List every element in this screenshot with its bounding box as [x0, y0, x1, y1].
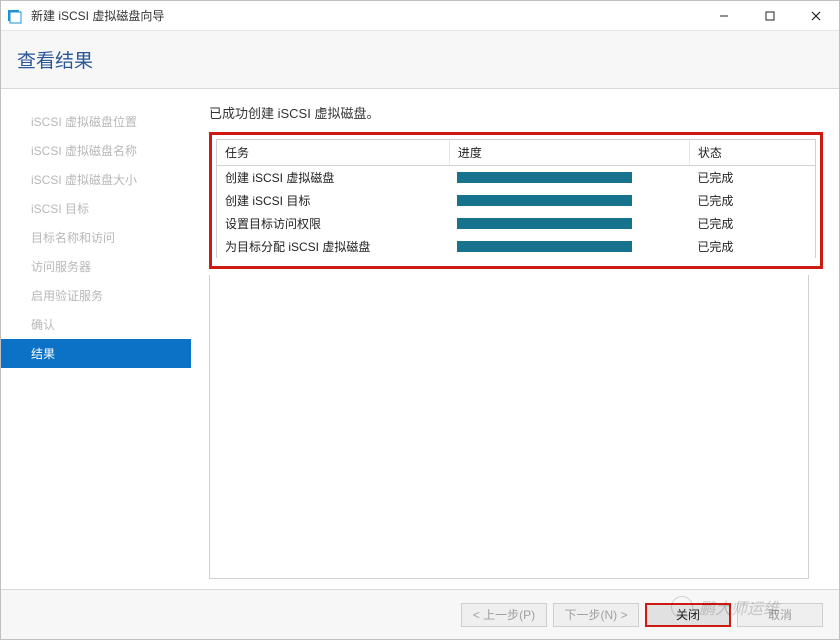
step-target-name-access: 目标名称和访问 [1, 223, 191, 252]
col-task[interactable]: 任务 [217, 140, 449, 166]
close-button[interactable]: 关闭 [645, 603, 731, 627]
step-target: iSCSI 目标 [1, 194, 191, 223]
title-bar: 新建 iSCSI 虚拟磁盘向导 [1, 1, 839, 31]
minimize-button[interactable] [701, 1, 747, 30]
step-name: iSCSI 虚拟磁盘名称 [1, 136, 191, 165]
table-row[interactable]: 为目标分配 iSCSI 虚拟磁盘 已完成 [217, 235, 815, 258]
maximize-button[interactable] [747, 1, 793, 30]
results-table: 任务 进度 状态 创建 iSCSI 虚拟磁盘 已完成 [216, 139, 816, 258]
task-cell: 创建 iSCSI 目标 [217, 189, 449, 212]
task-cell: 为目标分配 iSCSI 虚拟磁盘 [217, 235, 449, 258]
status-cell: 已完成 [689, 189, 815, 212]
progress-cell [449, 166, 689, 190]
window-controls [701, 1, 839, 30]
next-button: 下一步(N) > [553, 603, 639, 627]
progress-cell [449, 189, 689, 212]
status-cell: 已完成 [689, 166, 815, 190]
page-header: 查看结果 [1, 31, 839, 89]
col-progress[interactable]: 进度 [449, 140, 689, 166]
progress-bar [457, 241, 632, 252]
results-highlight-box: 任务 进度 状态 创建 iSCSI 虚拟磁盘 已完成 [209, 132, 823, 269]
step-enable-auth: 启用验证服务 [1, 281, 191, 310]
progress-bar [457, 218, 632, 229]
task-cell: 创建 iSCSI 虚拟磁盘 [217, 166, 449, 190]
table-row[interactable]: 设置目标访问权限 已完成 [217, 212, 815, 235]
task-cell: 设置目标访问权限 [217, 212, 449, 235]
window-title: 新建 iSCSI 虚拟磁盘向导 [31, 7, 701, 24]
wizard-footer: < 上一步(P) 下一步(N) > 关闭 取消 [1, 589, 839, 639]
step-access-servers: 访问服务器 [1, 252, 191, 281]
step-results: 结果 [1, 339, 191, 368]
progress-bar [457, 172, 632, 183]
table-row[interactable]: 创建 iSCSI 虚拟磁盘 已完成 [217, 166, 815, 190]
status-cell: 已完成 [689, 212, 815, 235]
wizard-content: 已成功创建 iSCSI 虚拟磁盘。 任务 进度 状态 [191, 89, 839, 589]
step-size: iSCSI 虚拟磁盘大小 [1, 165, 191, 194]
wizard-steps-sidebar: iSCSI 虚拟磁盘位置 iSCSI 虚拟磁盘名称 iSCSI 虚拟磁盘大小 i… [1, 89, 191, 589]
col-status[interactable]: 状态 [689, 140, 815, 166]
result-message: 已成功创建 iSCSI 虚拟磁盘。 [209, 103, 823, 122]
progress-cell [449, 235, 689, 258]
cancel-button: 取消 [737, 603, 823, 627]
app-icon [7, 8, 23, 24]
progress-bar [457, 195, 632, 206]
table-row[interactable]: 创建 iSCSI 目标 已完成 [217, 189, 815, 212]
close-window-button[interactable] [793, 1, 839, 30]
page-title: 查看结果 [17, 46, 93, 73]
status-cell: 已完成 [689, 235, 815, 258]
results-scroll-area[interactable] [209, 275, 809, 579]
progress-cell [449, 212, 689, 235]
wizard-body: iSCSI 虚拟磁盘位置 iSCSI 虚拟磁盘名称 iSCSI 虚拟磁盘大小 i… [1, 89, 839, 589]
prev-button: < 上一步(P) [461, 603, 547, 627]
wizard-window: 新建 iSCSI 虚拟磁盘向导 查看结果 iSCSI 虚拟磁盘位置 iSCSI … [0, 0, 840, 640]
step-confirm: 确认 [1, 310, 191, 339]
step-location: iSCSI 虚拟磁盘位置 [1, 107, 191, 136]
